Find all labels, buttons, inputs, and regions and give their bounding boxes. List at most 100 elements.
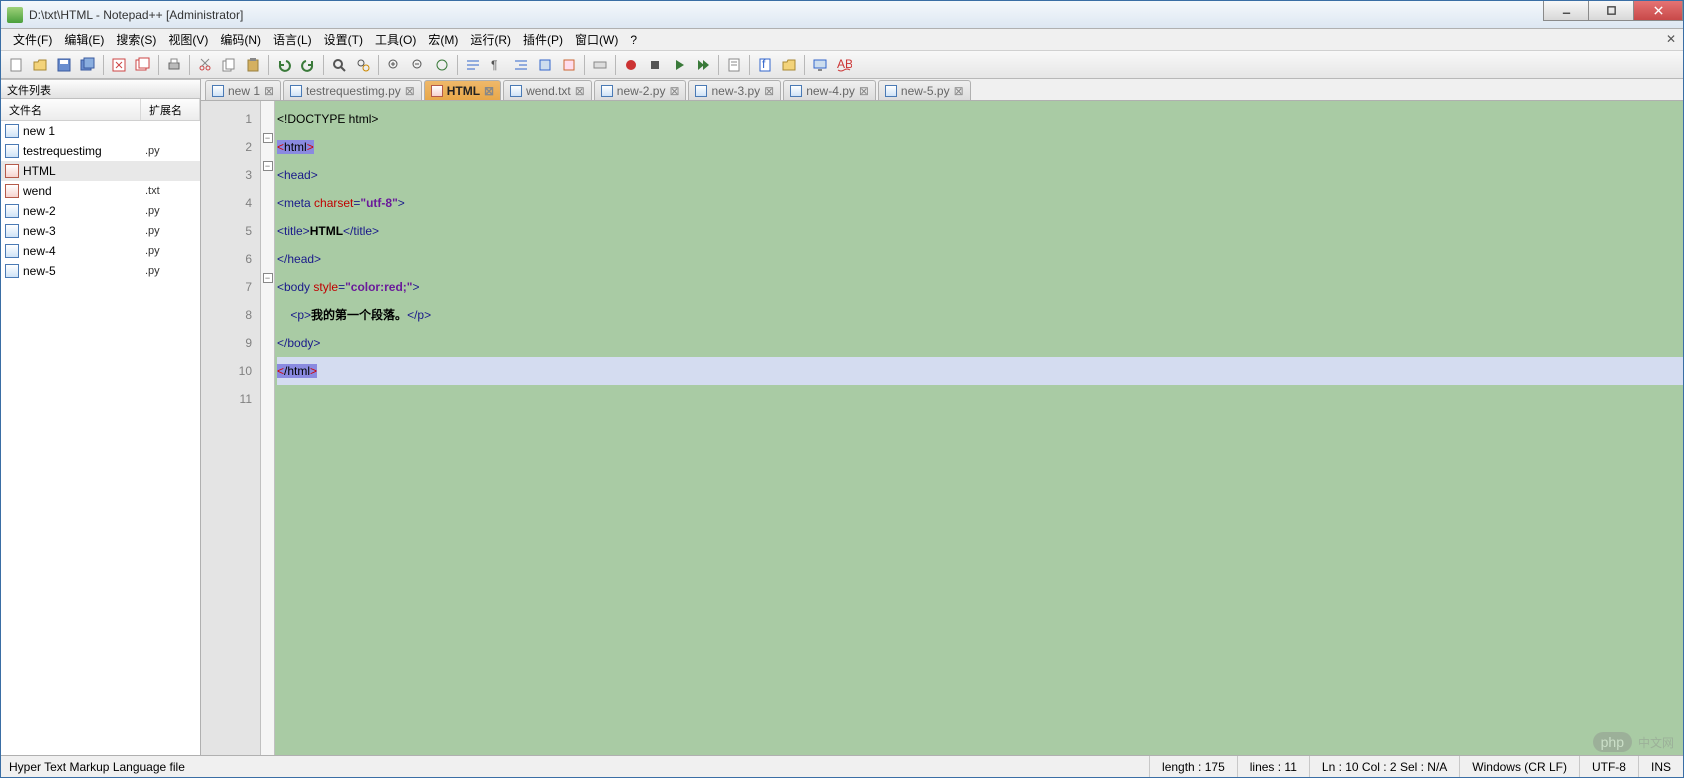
sidebar-item[interactable]: HTML [1,161,200,181]
line-number: 7 [201,273,252,301]
maximize-button[interactable] [1588,1,1634,21]
tab-close-icon[interactable]: ⊠ [859,86,869,96]
sidebar-item[interactable]: new-5.py [1,261,200,281]
play-button[interactable] [668,54,690,76]
tab-close-icon[interactable]: ⊠ [405,86,415,96]
line-number: 5 [201,217,252,245]
copy-button[interactable] [218,54,240,76]
code-line[interactable]: <p>我的第一个段落。</p> [277,301,1683,329]
titlebar[interactable]: D:\txt\HTML - Notepad++ [Administrator] [1,1,1683,29]
new-button[interactable] [5,54,27,76]
unfold-button[interactable] [558,54,580,76]
save-button[interactable] [53,54,75,76]
tab[interactable]: new-4.py⊠ [783,80,876,100]
close-button[interactable] [108,54,130,76]
file-name: new 1 [23,124,55,138]
menu-8[interactable]: 宏(M) [422,29,464,50]
tab-close-icon[interactable]: ⊠ [484,86,494,96]
zoom-in-button[interactable] [383,54,405,76]
stop-button[interactable] [644,54,666,76]
tab-close-icon[interactable]: ⊠ [575,86,585,96]
menu-6[interactable]: 设置(T) [318,29,369,50]
menu-4[interactable]: 编码(N) [214,29,267,50]
sidebar-item[interactable]: testrequestimg.py [1,141,200,161]
menu-7[interactable]: 工具(O) [369,29,422,50]
minimize-button[interactable] [1543,1,1589,21]
menu-11[interactable]: 窗口(W) [569,29,624,50]
cut-button[interactable] [194,54,216,76]
code-line[interactable]: <body style="color:red;"> [277,273,1683,301]
find-button[interactable] [328,54,350,76]
sync-button[interactable] [431,54,453,76]
undo-button[interactable] [273,54,295,76]
folder-button[interactable] [778,54,800,76]
play-multi-button[interactable] [692,54,714,76]
menu-10[interactable]: 插件(P) [517,29,569,50]
indent-button[interactable] [510,54,532,76]
open-button[interactable] [29,54,51,76]
tab[interactable]: new-3.py⊠ [688,80,781,100]
fold-toggle-icon[interactable]: − [263,161,273,171]
code-line[interactable]: <meta charset="utf-8"> [277,189,1683,217]
tab[interactable]: wend.txt⊠ [503,80,592,100]
macro-list-button[interactable] [723,54,745,76]
tab[interactable]: new-2.py⊠ [594,80,687,100]
menubar-close-icon[interactable]: ✕ [1663,31,1679,47]
line-number: 11 [201,385,252,413]
tab[interactable]: testrequestimg.py⊠ [283,80,422,100]
sidebar-col-ext[interactable]: 扩展名 [141,99,200,120]
spell-button[interactable]: ABC [833,54,855,76]
menu-0[interactable]: 文件(F) [7,29,58,50]
tab-close-icon[interactable]: ⊠ [954,86,964,96]
file-icon [510,85,522,97]
print-button[interactable] [163,54,185,76]
editor[interactable]: 1234567891011 −−− <!DOCTYPE html><html><… [201,101,1683,755]
fold-toggle-icon[interactable]: − [263,273,273,283]
code-line[interactable]: </body> [277,329,1683,357]
tab[interactable]: HTML⊠ [424,80,501,100]
menu-5[interactable]: 语言(L) [267,29,318,50]
code-line[interactable] [277,385,1683,413]
save-all-button[interactable] [77,54,99,76]
tab[interactable]: new-5.py⊠ [878,80,971,100]
paste-button[interactable] [242,54,264,76]
sidebar-list: new 1 testrequestimg.pyHTMLwend.txtnew-2.… [1,121,200,755]
wrap-button[interactable] [462,54,484,76]
fold-toggle-icon[interactable]: − [263,133,273,143]
menu-3[interactable]: 视图(V) [162,29,214,50]
sidebar-item[interactable]: new-3.py [1,221,200,241]
code-line[interactable]: <!DOCTYPE html> [277,105,1683,133]
menu-1[interactable]: 编辑(E) [58,29,110,50]
hide-button[interactable] [589,54,611,76]
all-chars-button[interactable]: ¶ [486,54,508,76]
code-line[interactable]: </html> [277,357,1683,385]
file-icon [5,224,19,238]
code-area[interactable]: <!DOCTYPE html><html><head><meta charset… [275,101,1683,755]
tab-close-icon[interactable]: ⊠ [764,86,774,96]
tab[interactable]: new 1⊠ [205,80,281,100]
menu-9[interactable]: 运行(R) [464,29,517,50]
code-line[interactable]: <title>HTML</title> [277,217,1683,245]
menu-2[interactable]: 搜索(S) [110,29,162,50]
close-all-button[interactable] [132,54,154,76]
zoom-out-button[interactable] [407,54,429,76]
code-line[interactable]: <html> [277,133,1683,161]
tab-close-icon[interactable]: ⊠ [264,86,274,96]
code-line[interactable]: <head> [277,161,1683,189]
func-list-button[interactable]: f [754,54,776,76]
monitor-button[interactable] [809,54,831,76]
record-button[interactable] [620,54,642,76]
sidebar-item[interactable]: new 1 [1,121,200,141]
menu-12[interactable]: ? [624,31,643,49]
sidebar-col-filename[interactable]: 文件名 [1,99,141,120]
tab-close-icon[interactable]: ⊠ [669,86,679,96]
code-line[interactable]: </head> [277,245,1683,273]
status-length: length : 175 [1149,756,1237,777]
redo-button[interactable] [297,54,319,76]
sidebar-item[interactable]: wend.txt [1,181,200,201]
fold-button[interactable] [534,54,556,76]
replace-button[interactable] [352,54,374,76]
sidebar-item[interactable]: new-4.py [1,241,200,261]
sidebar-item[interactable]: new-2.py [1,201,200,221]
close-button[interactable] [1633,1,1683,21]
